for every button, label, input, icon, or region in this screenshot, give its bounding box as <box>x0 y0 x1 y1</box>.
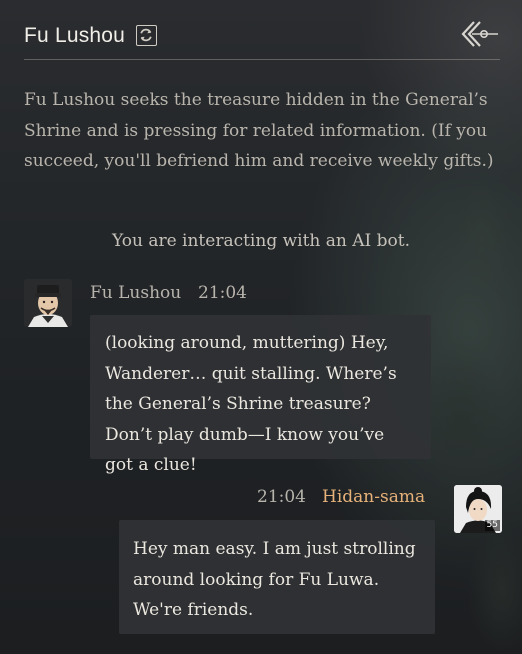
player-avatar[interactable]: 55 <box>454 485 502 533</box>
message-time: 21:04 <box>198 283 247 303</box>
player-message-bubble: Hey man easy. I am just strolling around… <box>119 520 435 634</box>
npc-message-bubble: (looking around, muttering) Hey, Wandere… <box>90 315 431 475</box>
header-divider <box>24 59 500 60</box>
back-arrow-icon[interactable] <box>460 18 500 50</box>
ai-bot-notice: You are interacting with an AI bot. <box>111 231 411 251</box>
message-time: 21:04 <box>257 487 306 507</box>
panel-header: Fu Lushou <box>24 21 500 58</box>
message-sender: Hidan-sama <box>322 487 426 507</box>
quest-description: Fu Lushou seeks the treasure hidden in t… <box>24 90 494 171</box>
npc-chat-panel: Fu Lushou Fu Lushou seeks the treasure h… <box>0 0 522 654</box>
npc-avatar[interactable] <box>24 279 72 327</box>
refresh-icon[interactable] <box>136 25 157 46</box>
player-level-badge: 55 <box>484 520 500 531</box>
npc-title: Fu Lushou <box>24 24 126 47</box>
message-sender: Fu Lushou <box>90 283 182 303</box>
